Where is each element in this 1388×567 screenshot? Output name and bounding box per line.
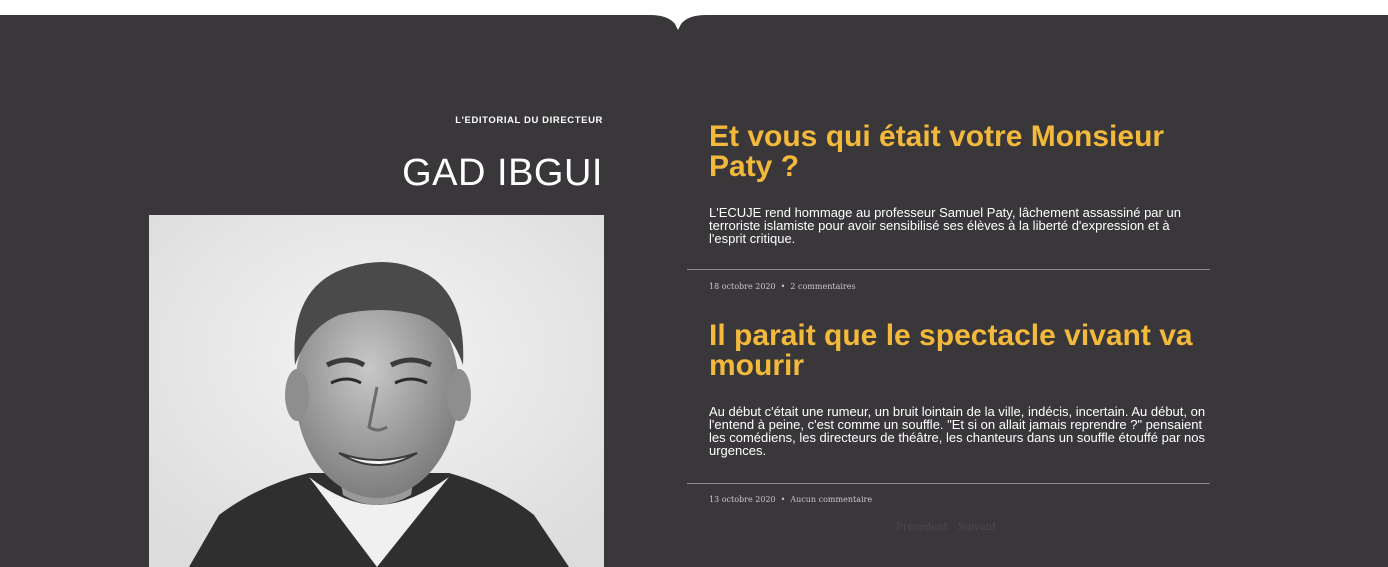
article-excerpt: Au début c'était une rumeur, un bruit lo…: [709, 404, 1206, 458]
author-photo: [149, 215, 604, 567]
article-meta: 18 octobre 2020 • 2 commentaires: [709, 282, 856, 291]
meta-separator: •: [780, 495, 786, 504]
article-comments-link[interactable]: Aucun commentaire: [790, 495, 872, 504]
section-eyebrow: L'EDITORIAL DU DIRECTEUR: [455, 115, 603, 126]
article-title[interactable]: Il parait que le spectacle vivant va mou…: [709, 321, 1209, 381]
pagination: Precedent Suivant: [896, 522, 996, 533]
author-name: GAD IBGUI: [402, 152, 603, 194]
meta-separator: •: [780, 282, 786, 291]
article-divider: [687, 483, 1210, 484]
article-meta: 13 octobre 2020 • Aucun commentaire: [709, 495, 872, 504]
article-date: 18 octobre 2020: [709, 282, 776, 291]
article-comments-link[interactable]: 2 commentaires: [790, 282, 855, 291]
article-divider: [687, 269, 1210, 270]
next-page-link[interactable]: Suivant: [958, 522, 997, 533]
article-date: 13 octobre 2020: [709, 495, 776, 504]
previous-page-link[interactable]: Precedent: [896, 522, 948, 533]
article-title[interactable]: Et vous qui était votre Monsieur Paty ?: [709, 122, 1209, 182]
article-excerpt: L'ECUJE rend hommage au professeur Samue…: [709, 205, 1181, 246]
